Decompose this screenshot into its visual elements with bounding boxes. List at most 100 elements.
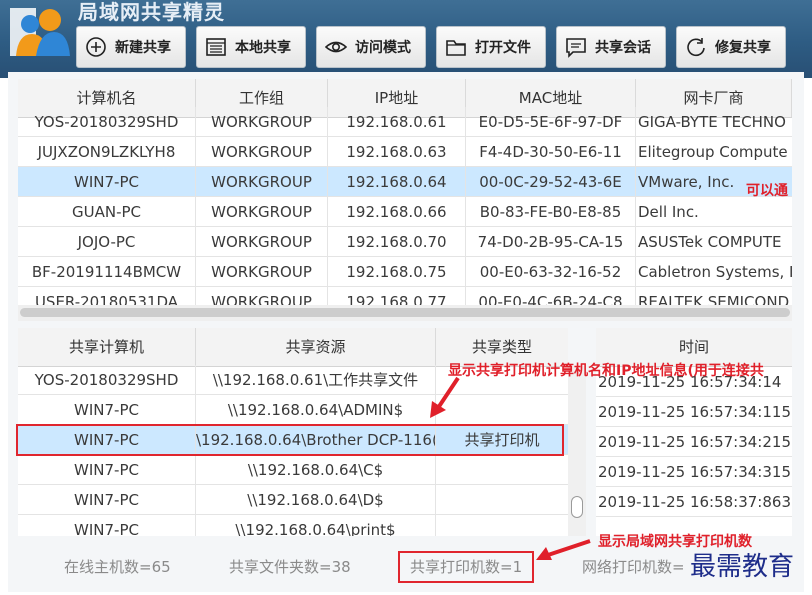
cell-vendor: Cabletron Systems, I <box>638 263 792 281</box>
cell-mac: E0-D5-5E-6F-97-DF <box>466 107 636 137</box>
cell-ip: 192.168.0.64 <box>328 167 466 197</box>
scrollbar-thumb[interactable] <box>571 496 583 518</box>
cell-workgroup: WORKGROUP <box>196 197 328 227</box>
refresh-icon <box>687 38 705 57</box>
cell-time: 2019-11-25 16:57:34:315 <box>598 463 791 481</box>
cell-mac: 00-E0-4C-6B-24-C8 <box>466 287 636 305</box>
cell-workgroup: WORKGROUP <box>196 137 328 167</box>
repair-share-button[interactable]: 修复共享 <box>676 26 786 68</box>
scrollbar-thumb[interactable] <box>20 308 790 317</box>
cell-share-computer: WIN7-PC <box>18 395 196 425</box>
cell-vendor: ASUSTek COMPUTE <box>638 233 782 251</box>
cell-vendor: GIGA-BYTE TECHNO <box>638 113 786 131</box>
plus-circle-icon <box>86 37 106 57</box>
local-share-button[interactable]: 本地共享 <box>196 26 306 68</box>
cell-workgroup: WORKGROUP <box>196 287 328 305</box>
cell-vendor: Elitegroup Compute <box>638 143 788 161</box>
new-share-button[interactable]: 新建共享 <box>76 26 186 68</box>
annotation-side-note: 可以通 <box>746 183 788 199</box>
share-session-label: 共享会话 <box>595 40 651 56</box>
app-logo-icon <box>10 8 70 56</box>
column-header-share-computer[interactable]: 共享计算机 <box>18 328 196 366</box>
cell-vendor: Dell Inc. <box>638 203 699 221</box>
cell-share-computer: YOS-20180329SHD <box>18 365 196 395</box>
table-row[interactable]: WIN7-PC \\192.168.0.64\print$ <box>18 515 568 536</box>
table-row[interactable]: JUJXZON9LZKLYH8 WORKGROUP 192.168.0.63 F4-4… <box>18 137 792 167</box>
status-shared-folders: 共享文件夹数=38 <box>229 558 351 576</box>
cell-ip: 192.168.0.77 <box>328 287 466 305</box>
cell-mac: B0-83-FE-B0-E8-85 <box>466 197 636 227</box>
table-row[interactable]: WIN7-PC \\192.168.0.64\D$ <box>18 485 568 515</box>
table-row[interactable]: JOJO-PC WORKGROUP 192.168.0.70 74-D0-2B-95-… <box>18 227 792 257</box>
table-row[interactable]: 2019-11-25 16:57:34:215 <box>596 427 792 457</box>
cell-share-type <box>436 455 568 485</box>
cell-share-resource: \\192.168.0.64\D$ <box>196 485 436 515</box>
cell-ip: 192.168.0.75 <box>328 257 466 287</box>
vertical-scrollbar[interactable] <box>568 366 586 536</box>
table-row[interactable]: USER-20180531DA WORKGROUP 192.168.0.77 00-E… <box>18 287 792 305</box>
cell-ip: 192.168.0.63 <box>328 137 466 167</box>
status-network-printers: 网络打印机数= <box>582 558 685 576</box>
table-row[interactable]: 2019-11-25 16:57:34:315 <box>596 457 792 487</box>
cell-mac: 00-0C-29-52-43-6E <box>466 167 636 197</box>
folder-icon <box>446 40 466 56</box>
cell-ip: 192.168.0.61 <box>328 107 466 137</box>
table-row[interactable]: GUAN-PC WORKGROUP 192.168.0.66 B0-83-FE-B0-… <box>18 197 792 227</box>
cell-workgroup: WORKGROUP <box>196 167 328 197</box>
cell-time: 2019-11-25 16:57:34:115 <box>598 403 791 421</box>
chat-icon <box>566 38 586 58</box>
cell-vendor: REALTEK SEMICOND <box>638 293 790 305</box>
cell-computer-name: JOJO-PC <box>18 227 196 257</box>
cell-computer-name: GUAN-PC <box>18 197 196 227</box>
computer-list: 计算机名 工作组 IP地址 MAC地址 网卡厂商 YOS-20180329SHD… <box>18 79 792 305</box>
horizontal-scrollbar[interactable] <box>18 305 792 321</box>
cell-share-computer: WIN7-PC <box>18 515 196 536</box>
status-online-hosts: 在线主机数=65 <box>64 558 171 576</box>
cell-share-computer: WIN7-PC <box>18 485 196 515</box>
cell-computer-name: WIN7-PC <box>18 167 196 197</box>
cell-ip: 192.168.0.70 <box>328 227 466 257</box>
cell-workgroup: WORKGROUP <box>196 257 328 287</box>
app-title: 局域网共享精灵 <box>78 0 225 24</box>
cell-workgroup: WORKGROUP <box>196 107 328 137</box>
access-mode-label: 访问模式 <box>355 40 411 56</box>
column-header-share-resource[interactable]: 共享资源 <box>196 328 436 366</box>
cell-share-resource: \\192.168.0.64\C$ <box>196 455 436 485</box>
printer-row-highlight <box>16 424 564 456</box>
cell-mac: 74-D0-2B-95-CA-15 <box>466 227 636 257</box>
table-row[interactable]: 2019-11-25 16:57:34:115 <box>596 397 792 427</box>
cell-computer-name: USER-20180531DA <box>18 287 196 305</box>
cell-share-resource: \\192.168.0.64\print$ <box>196 515 436 536</box>
cell-computer-name: YOS-20180329SHD <box>18 107 196 137</box>
cell-ip: 192.168.0.66 <box>328 197 466 227</box>
table-row[interactable]: YOS-20180329SHD WORKGROUP 192.168.0.61 E0-D… <box>18 107 792 137</box>
cell-share-resource: \\192.168.0.61\工作共享文件 <box>196 365 436 395</box>
cell-mac: F4-4D-30-50-E6-11 <box>466 137 636 167</box>
window-icon <box>206 38 226 56</box>
table-row[interactable]: WIN7-PC \\192.168.0.64\C$ <box>18 455 568 485</box>
cell-share-type <box>436 395 568 425</box>
cell-share-resource: \\192.168.0.64\ADMIN$ <box>196 395 436 425</box>
access-mode-button[interactable]: 访问模式 <box>316 26 426 68</box>
cell-share-computer: WIN7-PC <box>18 455 196 485</box>
cell-computer-name: JUJXZON9LZKLYH8 <box>18 137 196 167</box>
cell-computer-name: BF-20191114BMCW <box>18 257 196 287</box>
share-session-button[interactable]: 共享会话 <box>556 26 666 68</box>
table-row[interactable]: BF-20191114BMCW WORKGROUP 192.168.0.75 00-E… <box>18 257 792 287</box>
open-file-button[interactable]: 打开文件 <box>436 26 546 68</box>
annotation-printer-note: 显示共享打印机计算机名和IP地址信息(用于连接共 <box>448 363 764 379</box>
cell-time: 2019-11-25 16:57:34:215 <box>598 433 791 451</box>
table-row[interactable]: WIN7-PC WORKGROUP 192.168.0.64 00-0C-29-52-… <box>18 167 792 197</box>
new-share-label: 新建共享 <box>115 40 171 56</box>
cell-workgroup: WORKGROUP <box>196 227 328 257</box>
cell-share-type <box>436 485 568 515</box>
watermark: 最需教育 <box>690 552 795 582</box>
local-share-label: 本地共享 <box>235 40 291 56</box>
cell-mac: 00-E0-63-32-16-52 <box>466 257 636 287</box>
repair-share-label: 修复共享 <box>715 40 771 56</box>
table-row[interactable]: 2019-11-25 16:58:37:863 <box>596 487 792 517</box>
table-row[interactable]: WIN7-PC \\192.168.0.64\ADMIN$ <box>18 395 568 425</box>
eye-icon <box>325 41 347 53</box>
open-file-label: 打开文件 <box>475 40 531 56</box>
cell-time: 2019-11-25 16:58:37:863 <box>598 493 791 511</box>
